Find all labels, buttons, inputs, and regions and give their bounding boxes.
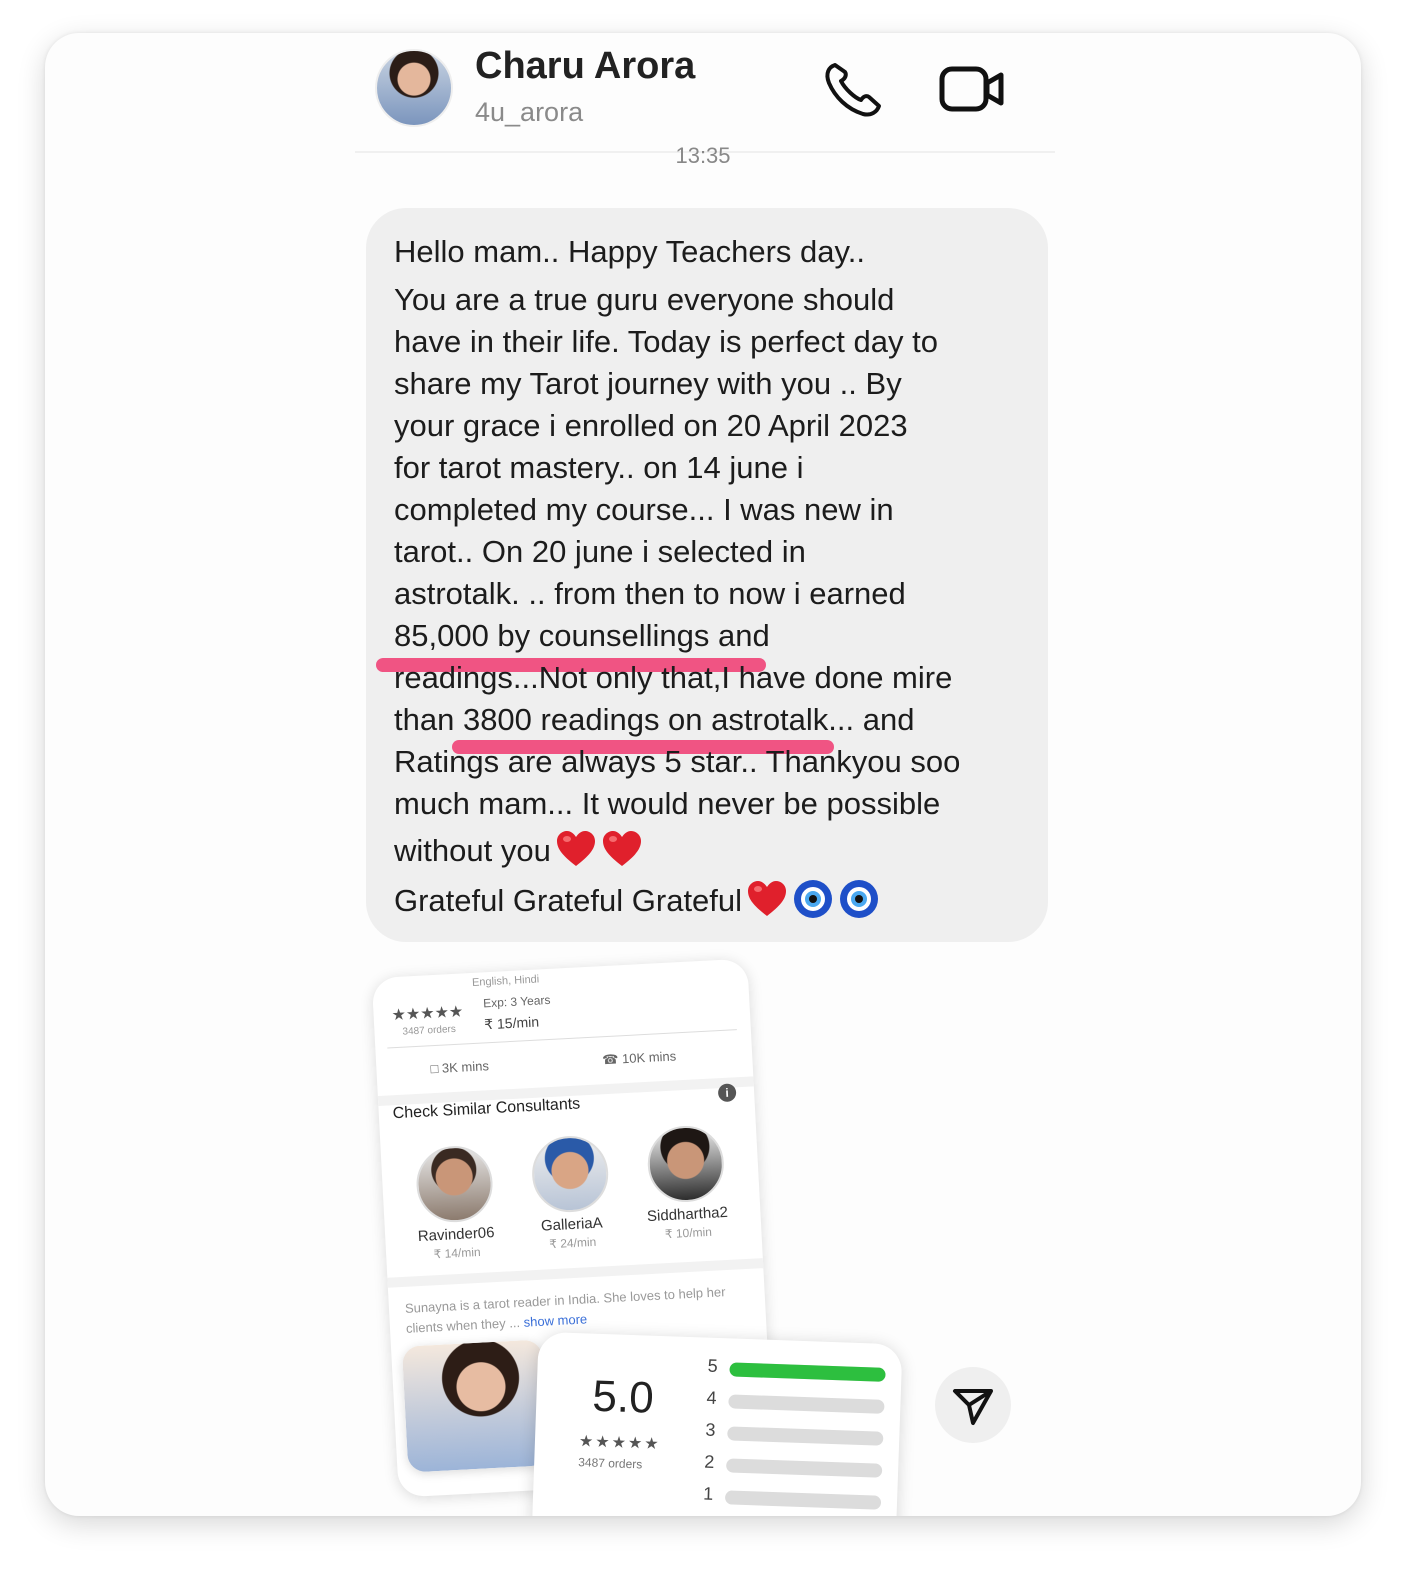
consultant-avatar[interactable] xyxy=(530,1134,611,1215)
consultant-bio-text: Sunayna is a tarot reader in India. She … xyxy=(404,1284,726,1336)
chat-minutes: □ 3K mins xyxy=(430,1058,489,1076)
consultant-avatar[interactable] xyxy=(414,1144,495,1225)
message-line: Hello mam.. Happy Teachers day.. xyxy=(394,234,865,269)
consultant-name[interactable]: Ravinder06 xyxy=(401,1223,512,1246)
consultant-profile-photo xyxy=(401,1339,549,1473)
rating-bar-label: 5 xyxy=(707,1355,719,1376)
red-heart-icon xyxy=(555,830,597,876)
consultant-name[interactable]: GalleriaA xyxy=(516,1213,627,1236)
rating-summary-card: 5.0 ★★★★★ 3487 orders 5 4 3 2 1 xyxy=(531,1331,903,1516)
phone-icon[interactable] xyxy=(821,59,887,119)
contact-handle: 4u_arora xyxy=(475,97,584,127)
message-line-with-emoji: without you xyxy=(394,830,643,876)
rating-bar-label: 2 xyxy=(703,1451,715,1472)
send-paper-plane-icon[interactable] xyxy=(935,1367,1011,1443)
rating-bar xyxy=(729,1362,886,1382)
rating-stars: ★★★★★ xyxy=(578,1433,661,1454)
rating-bar xyxy=(727,1426,884,1446)
profile-experience: Exp: 3 Years xyxy=(482,992,551,1011)
message-line-text: Grateful Grateful Grateful xyxy=(394,883,743,919)
consultant-avatar[interactable] xyxy=(645,1124,726,1204)
phone-small-icon: ☎ xyxy=(601,1051,623,1068)
consultant-rate: ₹ 10/min xyxy=(664,1224,713,1242)
consultant-name[interactable]: Siddhartha2 xyxy=(632,1203,743,1226)
message-line: readings...Not only that,I have done mir… xyxy=(394,660,953,695)
rating-bar xyxy=(724,1490,882,1510)
message-line: Ratings are always 5 star.. Thankyou soo xyxy=(394,744,961,779)
rating-bar xyxy=(728,1394,885,1414)
message-timestamp: 13:35 xyxy=(675,143,731,168)
contact-avatar[interactable] xyxy=(375,49,453,127)
nazar-amulet-icon xyxy=(792,878,834,928)
nazar-amulet-icon xyxy=(838,878,880,928)
message-bubble[interactable]: Hello mam.. Happy Teachers day.. You are… xyxy=(366,208,1048,942)
message-line: 85,000 by counsellings and xyxy=(394,618,770,653)
show-more-link[interactable]: show more xyxy=(523,1311,587,1329)
rating-bar-label: 1 xyxy=(702,1483,714,1504)
consultant-rate: ₹ 14/min xyxy=(433,1244,481,1262)
chat-screenshot-card: Charu Arora 4u_arora 13:35 Hello mam.. H… xyxy=(45,33,1361,1516)
rating-bar-label: 4 xyxy=(706,1387,717,1408)
profile-orders: 3487 orders xyxy=(402,1023,457,1038)
call-minutes: ☎ 10K mins xyxy=(602,1048,677,1068)
message-line: completed my course... I was new in xyxy=(394,492,894,527)
rating-bar-label: 3 xyxy=(705,1419,716,1440)
message-line: astrotalk. .. from then to now i earned xyxy=(394,576,906,611)
red-heart-icon xyxy=(746,880,788,926)
consultant-rate: ₹ 24/min xyxy=(548,1234,597,1252)
profile-stars: ★★★★★ xyxy=(391,1003,464,1025)
message-line-with-emoji: Grateful Grateful Grateful xyxy=(394,878,880,928)
message-line: share my Tarot journey with you .. By xyxy=(394,366,902,401)
info-icon[interactable]: i xyxy=(717,1083,737,1103)
message-line: than 3800 readings on astrotalk... and xyxy=(394,702,915,737)
contact-name[interactable]: Charu Arora xyxy=(475,45,695,88)
profile-languages: English, Hindi xyxy=(471,973,540,989)
chat-minutes-value: 3K mins xyxy=(441,1058,490,1076)
video-camera-icon[interactable] xyxy=(937,61,1007,117)
message-line: much mam... It would never be possible xyxy=(394,786,941,821)
message-line: your grace i enrolled on 20 April 2023 xyxy=(394,408,908,443)
red-heart-icon xyxy=(601,830,643,876)
message-line-text: without you xyxy=(394,833,551,869)
rating-score: 5.0 xyxy=(591,1371,655,1423)
profile-rate: ₹ 15/min xyxy=(483,1013,540,1033)
message-line: have in their life. Today is perfect day… xyxy=(394,324,938,359)
message-line: You are a true guru everyone should xyxy=(394,282,895,317)
message-line: for tarot mastery.. on 14 june i xyxy=(394,450,804,485)
consultant-bio: Sunayna is a tarot reader in India. She … xyxy=(404,1281,750,1339)
rating-bar xyxy=(725,1458,883,1478)
call-minutes-value: 10K mins xyxy=(621,1048,677,1067)
rating-bar-fill xyxy=(729,1362,886,1382)
message-line: tarot.. On 20 june i selected in xyxy=(394,534,806,569)
rating-orders: 3487 orders xyxy=(578,1455,643,1472)
